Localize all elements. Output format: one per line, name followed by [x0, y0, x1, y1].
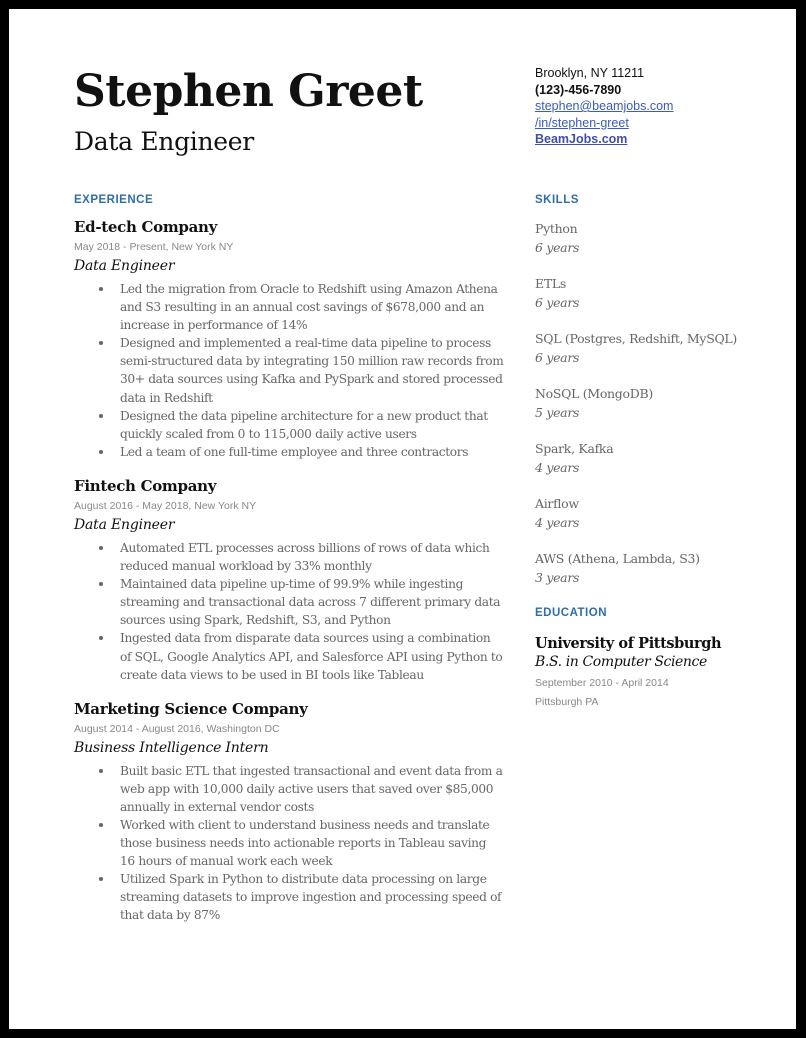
skill-item: AWS (Athena, Lambda, S3) 3 years	[535, 550, 785, 587]
bullet-text: Built basic ETL that ingested transactio…	[120, 763, 503, 814]
education-heading: EDUCATION	[535, 607, 608, 619]
bullet-text: Designed the data pipeline architecture …	[120, 408, 488, 441]
job-bullets: Built basic ETL that ingested transactio…	[74, 762, 504, 925]
contact-website-link[interactable]: BeamJobs.com	[535, 131, 673, 148]
bullet-text: Ingested data from disparate data source…	[120, 631, 503, 682]
job-bullet: Built basic ETL that ingested transactio…	[96, 762, 504, 816]
skill-years: 4 years	[535, 514, 580, 530]
skill-name: ETLs	[535, 276, 566, 291]
resume-page: Stephen Greet Data Engineer Brooklyn, NY…	[9, 9, 796, 1029]
contact-phone: (123)-456-7890	[535, 82, 622, 97]
skill-name: Airflow	[535, 496, 579, 511]
job-bullet: Led the migration from Oracle to Redshif…	[96, 280, 504, 334]
skill-item: ETLs 6 years	[535, 275, 785, 312]
contact-email-link[interactable]: stephen@beamjobs.com	[535, 98, 673, 115]
contact-location: Brooklyn, NY 11211	[535, 66, 645, 80]
education-dates: September 2010 - April 2014	[535, 677, 669, 689]
job-company: Ed-tech Company	[74, 218, 218, 236]
job-bullets: Automated ETL processes across billions …	[74, 539, 504, 684]
job-role: Business Intelligence Intern	[74, 739, 269, 756]
education-degree: B.S. in Computer Science	[535, 654, 707, 670]
skill-item: NoSQL (MongoDB) 5 years	[535, 385, 785, 422]
job-bullet: Designed and implemented a real-time dat…	[96, 334, 504, 406]
job-bullet: Designed the data pipeline architecture …	[96, 407, 504, 443]
experience-section: EXPERIENCE Ed-tech Company May 2018 - Pr…	[74, 194, 504, 941]
sidebar: SKILLS Python 6 years ETLs 6 years SQL (…	[535, 194, 785, 709]
bullet-icon	[99, 413, 103, 418]
job-entry: Ed-tech Company May 2018 - Present, New …	[74, 218, 504, 461]
job-company: Fintech Company	[74, 476, 217, 495]
bullet-text: Worked with client to understand busines…	[120, 817, 490, 869]
education-school: University of Pittsburgh	[535, 635, 722, 652]
skill-name: NoSQL (MongoDB)	[535, 386, 653, 401]
job-entry: Marketing Science Company August 2014 - …	[74, 700, 504, 925]
bullet-icon	[99, 287, 103, 291]
skill-years: 6 years	[535, 239, 580, 255]
bullet-text: Designed and implemented a real-time dat…	[120, 336, 504, 405]
candidate-title: Data Engineer	[74, 127, 254, 156]
bullet-icon	[99, 341, 103, 346]
job-bullet: Automated ETL processes across billions …	[96, 539, 504, 575]
bullet-icon	[99, 582, 103, 587]
job-role: Data Engineer	[74, 258, 175, 274]
job-bullet: Ingested data from disparate data source…	[96, 629, 504, 683]
job-bullet: Utilized Spark in Python to distribute d…	[96, 870, 504, 924]
job-meta: May 2018 - Present, New York NY	[74, 241, 234, 253]
experience-heading: EXPERIENCE	[74, 194, 154, 206]
jobs-list: Ed-tech Company May 2018 - Present, New …	[74, 218, 504, 925]
job-entry: Fintech Company August 2016 - May 2018, …	[74, 477, 504, 684]
job-bullet: Led a team of one full-time employee and…	[96, 443, 504, 461]
bullet-icon	[99, 449, 103, 454]
bullet-text: Utilized Spark in Python to distribute d…	[120, 872, 502, 923]
job-role: Data Engineer	[74, 516, 175, 533]
skill-item: SQL (Postgres, Redshift, MySQL) 6 years	[535, 330, 785, 367]
skill-years: 6 years	[535, 294, 580, 310]
skill-name: Spark, Kafka	[535, 441, 614, 456]
bullet-text: Led the migration from Oracle to Redshif…	[120, 282, 498, 333]
job-meta: August 2016 - May 2018, New York NY	[74, 499, 257, 512]
education-location: Pittsburgh PA	[535, 696, 599, 708]
skills-heading: SKILLS	[535, 194, 579, 206]
skill-years: 3 years	[535, 569, 580, 585]
bullet-icon	[99, 545, 103, 550]
contact-block: Brooklyn, NY 11211 (123)-456-7890 stephe…	[535, 65, 673, 148]
bullet-text: Automated ETL processes across billions …	[120, 540, 490, 574]
skill-years: 4 years	[535, 459, 580, 475]
contact-linkedin-link[interactable]: /in/stephen-greet	[535, 115, 673, 132]
skill-item: Spark, Kafka 4 years	[535, 440, 785, 477]
skill-years: 6 years	[535, 349, 580, 365]
job-bullet: Maintained data pipeline up-time of 99.9…	[96, 575, 504, 629]
job-bullet: Worked with client to understand busines…	[96, 816, 504, 870]
skill-years: 5 years	[535, 404, 580, 420]
candidate-name: Stephen Greet	[74, 66, 423, 117]
skill-name: AWS (Athena, Lambda, S3)	[535, 551, 700, 566]
skill-name: SQL (Postgres, Redshift, MySQL)	[535, 331, 737, 346]
bullet-text: Maintained data pipeline up-time of 99.9…	[120, 577, 501, 628]
job-company: Marketing Science Company	[74, 699, 308, 718]
job-bullets: Led the migration from Oracle to Redshif…	[74, 280, 504, 461]
bullet-icon	[99, 822, 103, 827]
skill-name: Python	[535, 221, 578, 236]
bullet-icon	[99, 877, 103, 882]
skill-item: Airflow 4 years	[535, 495, 785, 532]
bullet-icon	[99, 768, 103, 773]
bullet-icon	[99, 636, 103, 641]
skill-item: Python 6 years	[535, 220, 785, 257]
bullet-text: Led a team of one full-time employee and…	[120, 444, 469, 459]
skills-list: Python 6 years ETLs 6 years SQL (Postgre…	[535, 220, 785, 587]
job-meta: August 2014 - August 2016, Washington DC	[74, 722, 280, 735]
